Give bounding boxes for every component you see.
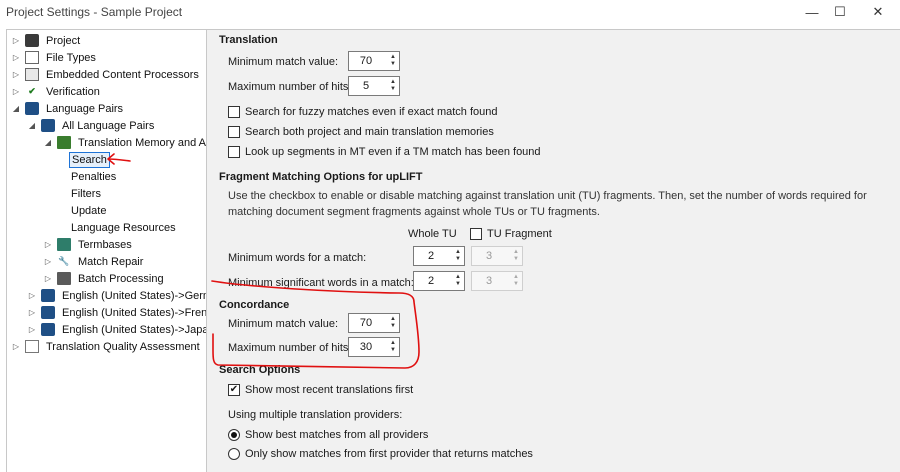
verification-icon: ✔ <box>28 86 36 96</box>
tree-item-translation-memory[interactable]: ◢ Translation Memory and Auto <box>43 134 206 151</box>
collapse-icon[interactable]: ◢ <box>11 104 21 113</box>
embedded-content-icon <box>25 68 39 81</box>
expand-icon[interactable]: ▷ <box>27 308 37 317</box>
concordance-heading: Concordance <box>219 299 290 311</box>
concordance-min-match-stepper[interactable]: 70 ▲ ▼ <box>348 313 400 333</box>
tree-item-search[interactable]: Search <box>69 151 110 168</box>
whole-tu-column-header: Whole TU <box>408 228 457 240</box>
close-button[interactable]: ✕ <box>856 0 900 24</box>
tree-item-filters[interactable]: Filters <box>69 185 103 202</box>
tu-fragment-checkbox[interactable] <box>470 228 482 240</box>
expand-icon[interactable]: ▷ <box>43 274 53 283</box>
title-bar: Project Settings - Sample Project — ☐ ✕ <box>0 0 900 24</box>
fuzzy-option-label: Search for fuzzy matches even if exact m… <box>245 106 498 118</box>
best-matches-label: Show best matches from all providers <box>245 429 429 441</box>
file-icon <box>25 51 39 64</box>
collapse-icon[interactable]: ◢ <box>27 121 37 130</box>
quality-assessment-icon <box>25 340 39 353</box>
spinner-arrows-icon: ▲ ▼ <box>513 274 519 287</box>
tree-item-penalties[interactable]: Penalties <box>69 168 118 185</box>
collapse-icon[interactable]: ◢ <box>43 138 53 147</box>
show-recent-checkbox[interactable]: ✔ <box>228 384 240 396</box>
concordance-max-hits-label: Maximum number of hits: <box>228 342 352 354</box>
spinner-arrows-icon: ▲ ▼ <box>513 249 519 262</box>
min-significant-words-label: Minimum significant words in a match: <box>228 277 414 289</box>
expand-icon[interactable]: ▷ <box>27 291 37 300</box>
search-options-heading: Search Options <box>219 364 301 376</box>
spinner-arrows-icon[interactable]: ▲ ▼ <box>387 340 399 354</box>
max-hits-label: Maximum number of hits: <box>228 81 352 93</box>
tree-item-termbases[interactable]: ▷ Termbases <box>43 236 134 253</box>
min-words-fragment-stepper: 3 ▲ ▼ <box>471 246 523 266</box>
spinner-arrows-icon[interactable]: ▲ ▼ <box>452 274 464 288</box>
mt-lookup-option-label: Look up segments in MT even if a TM matc… <box>245 146 541 158</box>
fuzzy-checkbox[interactable] <box>228 106 240 118</box>
max-hits-stepper[interactable]: 5 ▲ ▼ <box>348 76 400 96</box>
expand-icon[interactable]: ▷ <box>11 342 21 351</box>
spinner-arrows-icon[interactable]: ▲ ▼ <box>452 249 464 263</box>
min-words-whole-stepper[interactable]: 2 ▲ ▼ <box>413 246 465 266</box>
translation-heading: Translation <box>219 34 278 46</box>
translation-memory-icon <box>57 136 71 149</box>
tree-item-project[interactable]: ▷ Project <box>11 32 82 49</box>
spinner-arrows-icon[interactable]: ▲ ▼ <box>387 54 399 68</box>
tu-fragment-column-header: TU Fragment <box>487 228 552 240</box>
best-matches-radio[interactable] <box>228 429 240 441</box>
min-match-stepper[interactable]: 70 ▲ ▼ <box>348 51 400 71</box>
termbase-icon <box>57 238 71 251</box>
expand-icon[interactable]: ▷ <box>11 70 21 79</box>
first-provider-radio[interactable] <box>228 448 240 460</box>
expand-icon[interactable]: ▷ <box>11 87 21 96</box>
min-significant-whole-stepper[interactable]: 2 ▲ ▼ <box>413 271 465 291</box>
tree-item-match-repair[interactable]: ▷ 🔧 Match Repair <box>43 253 145 270</box>
expand-icon[interactable]: ▷ <box>27 325 37 334</box>
spinner-arrows-icon[interactable]: ▲ ▼ <box>387 79 399 93</box>
settings-tree: ▷ Project ▷ File Types ▷ Embedded Conten… <box>6 29 207 472</box>
tree-item-file-types[interactable]: ▷ File Types <box>11 49 98 66</box>
expand-icon[interactable]: ▷ <box>43 240 53 249</box>
project-icon <box>25 34 39 47</box>
min-significant-fragment-stepper: 3 ▲ ▼ <box>471 271 523 291</box>
window-title: Project Settings - Sample Project <box>6 5 183 19</box>
tree-item-batch-processing[interactable]: ▷ Batch Processing <box>43 270 166 287</box>
concordance-max-hits-stepper[interactable]: 30 ▲ ▼ <box>348 337 400 357</box>
tree-item-update[interactable]: Update <box>69 202 108 219</box>
language-pair-icon <box>41 323 55 336</box>
batch-processing-icon <box>57 272 71 285</box>
tree-item-language-pairs[interactable]: ◢ Language Pairs <box>11 100 125 117</box>
first-provider-label: Only show matches from first provider th… <box>245 448 533 460</box>
concordance-min-match-label: Minimum match value: <box>228 318 339 330</box>
expand-icon[interactable]: ▷ <box>11 53 21 62</box>
wrench-icon: 🔧 <box>58 256 70 266</box>
tree-item-en-fr[interactable]: ▷ English (United States)->French (F <box>27 304 206 321</box>
expand-icon[interactable]: ▷ <box>11 36 21 45</box>
settings-panel: Translation Minimum match value: 70 ▲ ▼ M… <box>207 29 900 472</box>
tree-item-tqa[interactable]: ▷ Translation Quality Assessment <box>11 338 202 355</box>
checkmark-icon: ✔ <box>229 384 239 395</box>
radio-selected-dot <box>231 432 237 438</box>
language-pair-icon <box>41 289 55 302</box>
min-match-label: Minimum match value: <box>228 56 339 68</box>
show-recent-label: Show most recent translations first <box>245 384 414 396</box>
tree-item-all-language-pairs[interactable]: ◢ All Language Pairs <box>27 117 156 134</box>
language-pair-icon <box>41 119 55 132</box>
multi-providers-label: Using multiple translation providers: <box>228 409 403 421</box>
expand-icon[interactable]: ▷ <box>43 257 53 266</box>
mt-lookup-checkbox[interactable] <box>228 146 240 158</box>
language-pairs-icon <box>25 102 39 115</box>
tree-item-en-de[interactable]: ▷ English (United States)->German ( <box>27 287 206 304</box>
both-tm-checkbox[interactable] <box>228 126 240 138</box>
tree-item-en-ja[interactable]: ▷ English (United States)->Japanese <box>27 321 206 338</box>
fragment-heading: Fragment Matching Options for upLIFT <box>219 171 423 183</box>
spinner-arrows-icon[interactable]: ▲ ▼ <box>387 316 399 330</box>
min-words-label: Minimum words for a match: <box>228 252 367 264</box>
fragment-description: Use the checkbox to enable or disable ma… <box>228 190 867 218</box>
tree-item-language-resources[interactable]: Language Resources <box>69 219 178 236</box>
tree-item-verification[interactable]: ▷ ✔ Verification <box>11 83 102 100</box>
language-pair-icon <box>41 306 55 319</box>
tree-item-embedded[interactable]: ▷ Embedded Content Processors <box>11 66 201 83</box>
both-tm-option-label: Search both project and main translation… <box>245 126 494 138</box>
